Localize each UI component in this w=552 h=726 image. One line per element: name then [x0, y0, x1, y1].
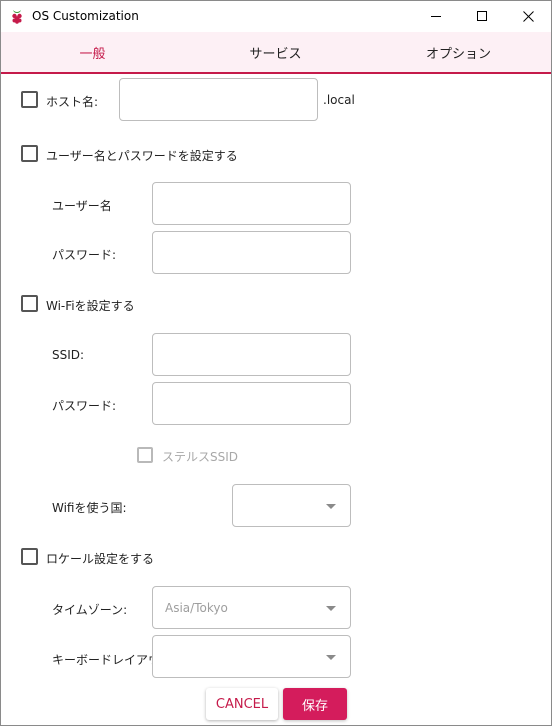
locale-checkbox[interactable] [21, 548, 38, 565]
save-button[interactable]: 保存 [283, 688, 347, 720]
hostname-input[interactable] [119, 78, 318, 121]
wifi-password-label: パスワード: [52, 399, 117, 413]
wifi-label: Wi-Fiを設定する [46, 299, 135, 313]
wifi-country-label: Wifiを使う国: [52, 501, 127, 515]
tab-services[interactable]: サービス [184, 32, 367, 72]
title-bar: OS Customization [1, 1, 551, 32]
user-password-input[interactable] [152, 231, 351, 274]
hostname-suffix: .local [323, 93, 355, 107]
user-password-label: パスワード: [52, 248, 117, 262]
hidden-ssid-label: ステルスSSID [162, 450, 239, 464]
timezone-select[interactable]: Asia/Tokyo [152, 586, 351, 629]
keyboard-layout-select[interactable] [152, 635, 351, 678]
hostname-label: ホスト名: [46, 95, 99, 109]
hostname-checkbox[interactable] [21, 91, 38, 108]
chevron-down-icon [326, 606, 336, 611]
raspberry-pi-icon [12, 10, 22, 24]
wifi-checkbox[interactable] [21, 295, 38, 312]
timezone-label: タイムゾーン: [52, 603, 128, 617]
close-button[interactable] [505, 1, 551, 32]
set-user-label: ユーザー名とパスワードを設定する [46, 149, 238, 163]
username-input[interactable] [152, 182, 351, 225]
locale-label: ロケール設定をする [46, 552, 155, 566]
username-label: ユーザー名 [52, 199, 112, 213]
ssid-label: SSID: [52, 348, 85, 362]
timezone-value: Asia/Tokyo [165, 601, 228, 615]
tab-bar: 一般 サービス オプション [1, 32, 551, 74]
wifi-country-select[interactable] [232, 484, 351, 527]
chevron-down-icon [326, 655, 336, 660]
minimize-icon [430, 16, 441, 17]
minimize-button[interactable] [413, 1, 459, 32]
os-customization-window: OS Customization 一般 サービス オプション ホスト名: .lo… [0, 0, 552, 726]
tab-general[interactable]: 一般 [1, 32, 184, 72]
set-user-checkbox[interactable] [21, 145, 38, 162]
cancel-button[interactable]: CANCEL [206, 688, 278, 720]
wifi-password-input[interactable] [152, 382, 351, 425]
maximize-icon [476, 11, 487, 21]
ssid-input[interactable] [152, 333, 351, 376]
maximize-button[interactable] [459, 1, 505, 32]
window-title: OS Customization [32, 9, 139, 23]
tab-options[interactable]: オプション [367, 32, 550, 72]
hidden-ssid-checkbox[interactable] [137, 447, 153, 463]
close-icon [522, 11, 534, 22]
chevron-down-icon [326, 504, 336, 509]
